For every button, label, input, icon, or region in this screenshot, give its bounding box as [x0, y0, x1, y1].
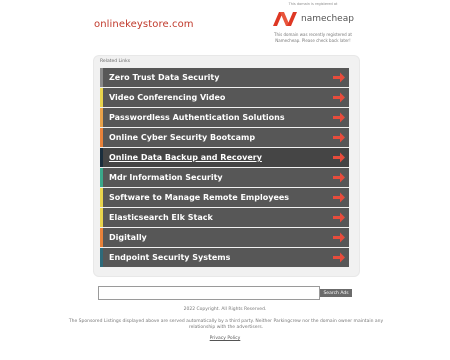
arrow-right-icon: [333, 252, 345, 263]
copyright-text: 2022 Copyright. All Rights Reserved.: [183, 307, 267, 312]
arrow-right-icon: [333, 72, 345, 83]
recent-registration-note: This domain was recently registered at N…: [274, 32, 352, 43]
related-link[interactable]: Online Data Backup and Recovery: [100, 148, 349, 167]
link-color-stripe: [100, 168, 103, 187]
privacy-policy-link[interactable]: Privacy Policy: [210, 336, 241, 341]
related-link[interactable]: Digitally: [100, 228, 349, 247]
related-link-label: Zero Trust Data Security: [109, 73, 220, 82]
arrow-right-icon: [333, 192, 345, 203]
related-link[interactable]: Zero Trust Data Security: [100, 68, 349, 87]
related-link-label: Endpoint Security Systems: [109, 253, 231, 262]
related-link-label: Online Data Backup and Recovery: [109, 153, 262, 162]
related-link-label: Online Cyber Security Bootcamp: [109, 133, 256, 142]
link-color-stripe: [100, 208, 103, 227]
related-link[interactable]: Passwordless Authentication Solutions: [100, 108, 349, 127]
related-link[interactable]: Software to Manage Remote Employees: [100, 188, 349, 207]
link-color-stripe: [100, 248, 103, 267]
related-links-panel: Related Links Zero Trust Data Security V…: [94, 56, 359, 276]
search-input[interactable]: [98, 286, 320, 300]
arrow-right-icon: [333, 212, 345, 223]
sponsored-disclaimer: The Sponsored Listings displayed above a…: [68, 319, 384, 330]
brand-name: namecheap: [301, 14, 354, 24]
related-link[interactable]: Elasticsearch Elk Stack: [100, 208, 349, 227]
namecheap-n-icon: [273, 12, 297, 26]
arrow-right-icon: [333, 92, 345, 103]
link-color-stripe: [100, 108, 103, 127]
related-links-list: Zero Trust Data Security Video Conferenc…: [100, 68, 349, 268]
related-link-label: Mdr Information Security: [109, 173, 223, 182]
domain-title: onlinekeystore.com: [94, 19, 194, 30]
related-link[interactable]: Mdr Information Security: [100, 168, 349, 187]
link-color-stripe: [100, 68, 103, 87]
privacy-policy-container: Privacy Policy: [0, 336, 450, 341]
search-bar: Search Ads: [98, 286, 352, 300]
arrow-right-icon: [333, 132, 345, 143]
related-link-label: Video Conferencing Video: [109, 93, 226, 102]
related-links-title: Related Links: [100, 59, 131, 64]
link-color-stripe: [100, 148, 103, 167]
arrow-right-icon: [333, 112, 345, 123]
namecheap-logo[interactable]: namecheap: [272, 9, 354, 29]
link-color-stripe: [100, 128, 103, 147]
related-link[interactable]: Video Conferencing Video: [100, 88, 349, 107]
link-color-stripe: [100, 188, 103, 207]
related-link-label: Passwordless Authentication Solutions: [109, 113, 285, 122]
arrow-right-icon: [333, 172, 345, 183]
related-link[interactable]: Online Cyber Security Bootcamp: [100, 128, 349, 147]
registrar-note: This domain is registered at: [288, 2, 338, 6]
related-link-label: Software to Manage Remote Employees: [109, 193, 290, 202]
search-ads-button[interactable]: Search Ads: [320, 289, 352, 297]
arrow-right-icon: [333, 152, 345, 163]
related-link-label: Elasticsearch Elk Stack: [109, 213, 213, 222]
related-link-label: Digitally: [109, 233, 147, 242]
related-link[interactable]: Endpoint Security Systems: [100, 248, 349, 267]
arrow-right-icon: [333, 232, 345, 243]
link-color-stripe: [100, 228, 103, 247]
link-color-stripe: [100, 88, 103, 107]
